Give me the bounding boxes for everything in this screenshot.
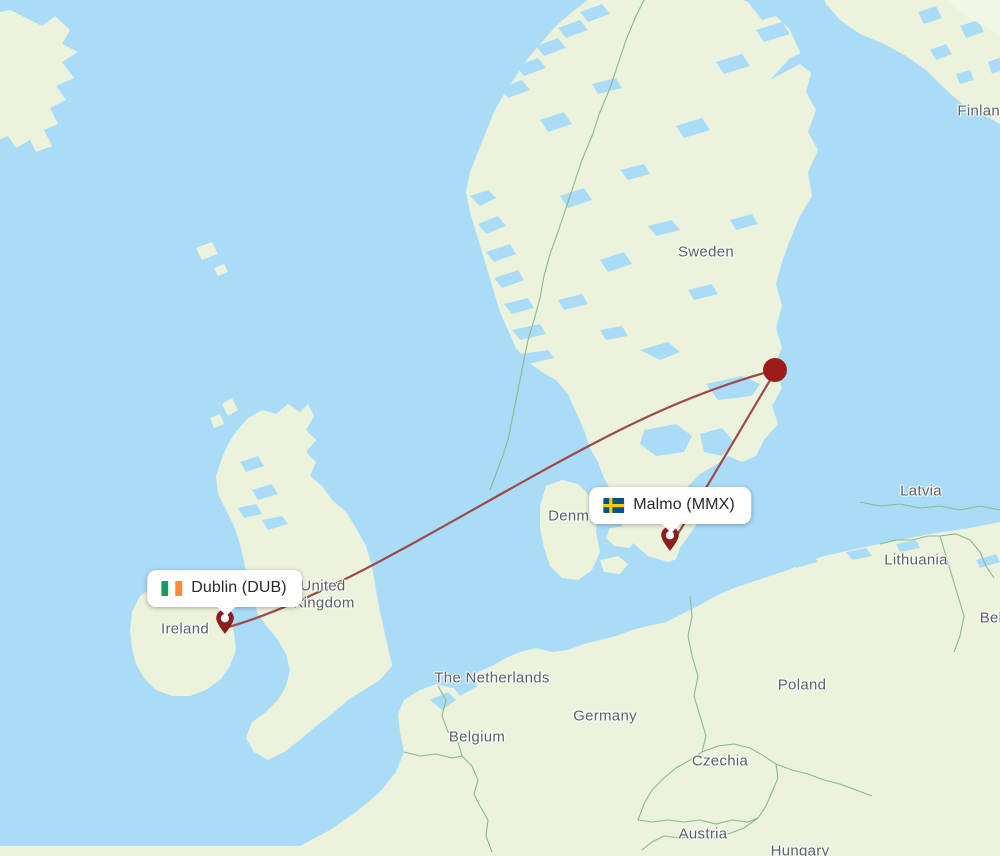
flag-sweden-icon	[603, 497, 625, 513]
tooltip-arrow	[215, 606, 236, 616]
flight-route-map[interactable]: .land { fill:#ecf3dc; } .land2 { fill:#f…	[0, 0, 1000, 856]
airport-tooltip-mmx[interactable]: Malmo (MMX)	[589, 487, 751, 533]
destination-dot-marker[interactable]	[763, 358, 787, 382]
airport-tooltip-label: Malmo (MMX)	[633, 496, 735, 513]
map-base-layer: .land { fill:#ecf3dc; } .land2 { fill:#f…	[0, 0, 1000, 856]
flag-ireland-icon	[161, 580, 183, 596]
airport-tooltip-label: Dublin (DUB)	[191, 579, 287, 596]
tooltip-arrow	[660, 523, 681, 533]
airport-tooltip-dub[interactable]: Dublin (DUB)	[147, 570, 303, 616]
